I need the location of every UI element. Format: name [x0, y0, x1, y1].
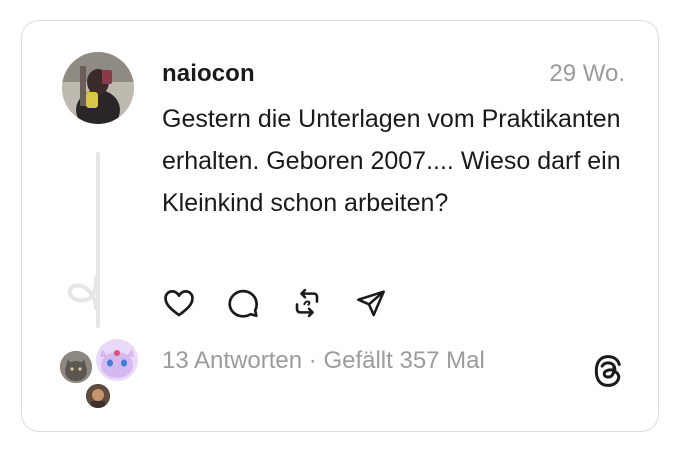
send-icon — [357, 290, 385, 317]
post-timestamp[interactable]: 29 Wo. — [549, 60, 625, 88]
author-avatar-photo — [62, 52, 134, 124]
reply-avatar — [84, 382, 112, 410]
thread-loop-icon — [67, 276, 98, 310]
reply-avatar — [94, 337, 140, 383]
repost-button[interactable] — [288, 284, 326, 322]
threads-logo-icon[interactable] — [590, 353, 626, 389]
like-button[interactable] — [160, 284, 198, 322]
comment-icon — [228, 289, 259, 318]
repost-icon — [295, 288, 319, 318]
share-button[interactable] — [352, 284, 390, 322]
reply-avatar — [58, 349, 94, 385]
post-username[interactable]: naiocon — [162, 60, 255, 88]
stats-separator: · — [302, 347, 324, 374]
post-action-bar — [160, 283, 416, 323]
author-avatar[interactable] — [62, 52, 134, 124]
likes-count-link[interactable]: Gefällt 357 Mal — [323, 347, 484, 374]
replies-count-link[interactable]: 13 Antworten — [162, 347, 302, 374]
reply-avatars[interactable] — [56, 336, 140, 410]
post-text: Gestern die Unterlagen vom Praktikanten … — [162, 105, 621, 217]
reply-button[interactable] — [224, 284, 262, 322]
post-stats: 13 Antworten · Gefällt 357 Mal — [162, 347, 485, 375]
heart-icon — [164, 290, 194, 317]
